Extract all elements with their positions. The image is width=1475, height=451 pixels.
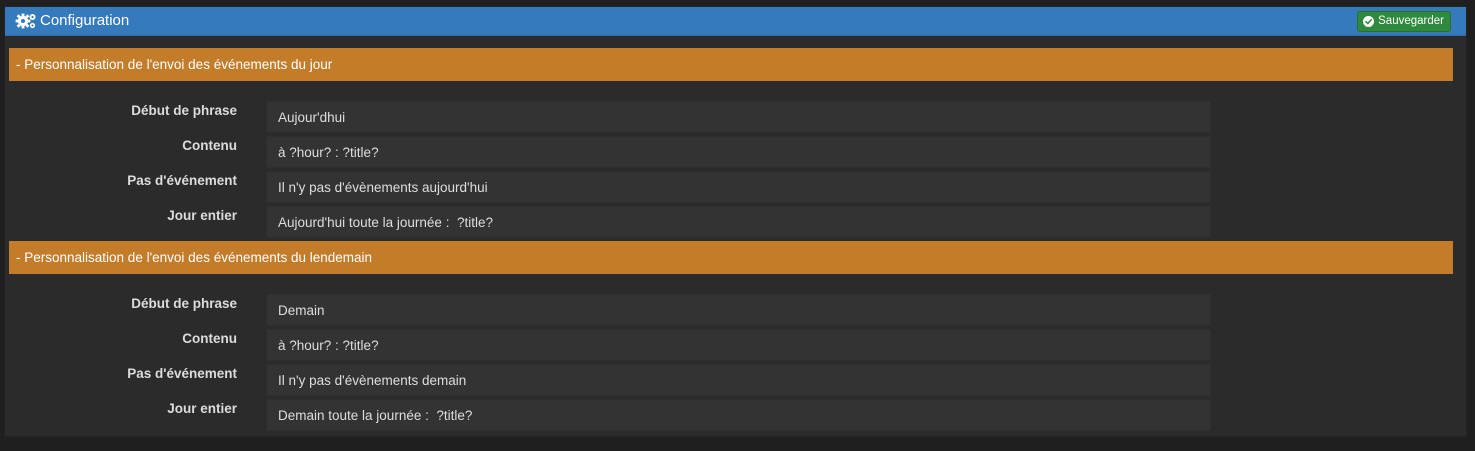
- field-label: Pas d'événement: [127, 173, 237, 188]
- save-button[interactable]: Sauvegarder: [1357, 11, 1451, 32]
- tomorrow-start-input[interactable]: [266, 294, 1211, 326]
- form-row-tomorrow-content: Contenu: [5, 329, 1466, 362]
- form-row-tomorrow-all-day: Jour entier: [5, 399, 1466, 432]
- form-row-today-start: Début de phrase: [5, 101, 1466, 134]
- panel-title: Configuration: [40, 12, 130, 29]
- field-label: Jour entier: [167, 208, 237, 223]
- field-label: Pas d'événement: [127, 366, 237, 381]
- form-row-today-content: Contenu: [5, 136, 1466, 169]
- today-all-day-input[interactable]: [266, 206, 1211, 238]
- field-label: Contenu: [182, 138, 237, 153]
- today-content-input[interactable]: [266, 136, 1211, 168]
- form-row-tomorrow-no-event: Pas d'événement: [5, 364, 1466, 397]
- configuration-panel: Configuration Sauvegarder - Personnalisa…: [4, 6, 1467, 437]
- section-header-today: - Personnalisation de l'envoi des événem…: [9, 48, 1453, 81]
- form-row-today-no-event: Pas d'événement: [5, 171, 1466, 204]
- form-row-tomorrow-start: Début de phrase: [5, 294, 1466, 327]
- today-no-event-input[interactable]: [266, 171, 1211, 203]
- panel-heading: Configuration Sauvegarder: [5, 7, 1466, 36]
- tomorrow-all-day-input[interactable]: [266, 399, 1211, 431]
- field-label: Contenu: [182, 331, 237, 346]
- gears-icon: [15, 13, 36, 29]
- section-header-tomorrow: - Personnalisation de l'envoi des événem…: [9, 241, 1453, 274]
- tomorrow-no-event-input[interactable]: [266, 364, 1211, 396]
- field-label: Début de phrase: [131, 103, 237, 118]
- check-circle-icon: [1363, 16, 1375, 27]
- field-label: Jour entier: [167, 401, 237, 416]
- today-start-input[interactable]: [266, 101, 1211, 133]
- form-row-today-all-day: Jour entier: [5, 206, 1466, 239]
- save-button-label: Sauvegarder: [1378, 15, 1444, 27]
- field-label: Début de phrase: [131, 296, 237, 311]
- tomorrow-content-input[interactable]: [266, 329, 1211, 361]
